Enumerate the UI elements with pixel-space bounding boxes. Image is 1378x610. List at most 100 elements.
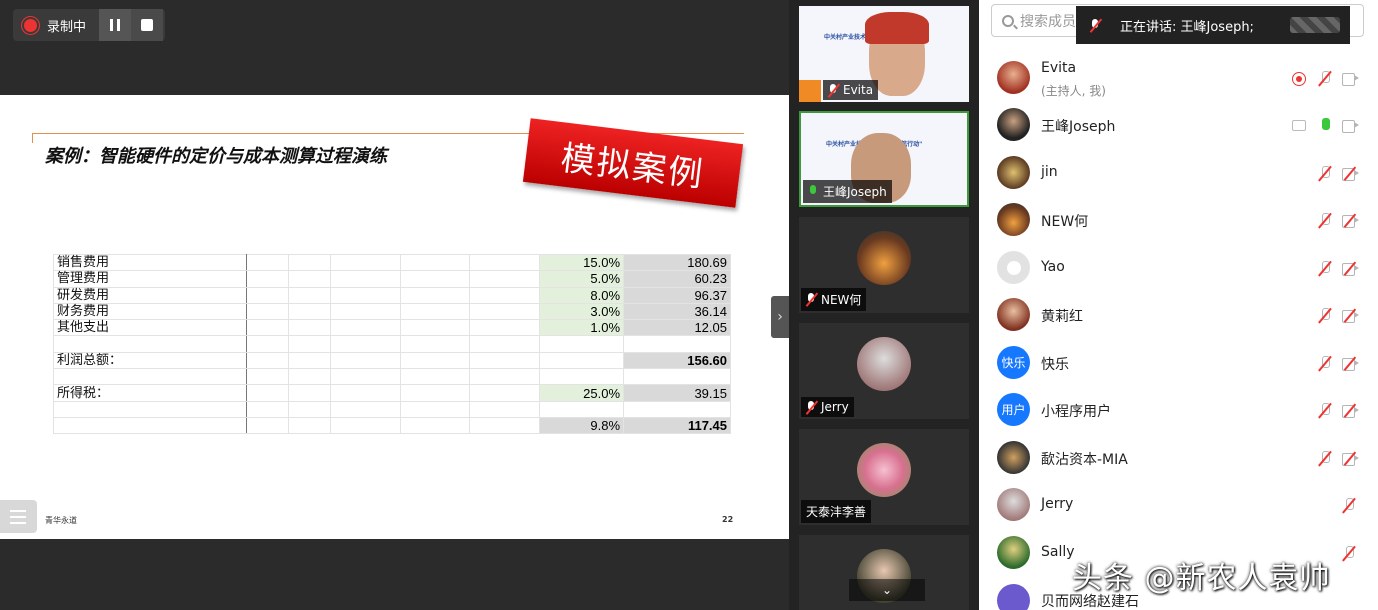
- profit-label: 利润总额：: [53, 351, 247, 370]
- stop-recording-button[interactable]: [131, 9, 163, 41]
- video-tile[interactable]: 中关村产业技术联盟"联合护航行动" Evita: [799, 6, 969, 102]
- avatar: [997, 536, 1030, 569]
- camera-icon[interactable]: [1342, 120, 1359, 133]
- shared-screen-stage: 录制中 案例：智能硬件的定价与成本测算过程演练 模拟案例 销售费用 15.0% …: [0, 0, 789, 610]
- member-row[interactable]: jin: [979, 149, 1378, 196]
- mic-muted-icon[interactable]: [1318, 166, 1332, 182]
- mic-muted-icon[interactable]: [1318, 71, 1332, 87]
- mic-muted-icon[interactable]: [1318, 261, 1332, 277]
- video-tile[interactable]: 天泰沣李善: [799, 429, 969, 525]
- recording-label: 录制中: [47, 19, 87, 35]
- member-row[interactable]: NEW何: [979, 196, 1378, 243]
- row-percent: 3.0%: [538, 302, 625, 321]
- video-tile-active[interactable]: 中关村产业技术联盟"联合护航行动" 王峰Joseph: [799, 111, 969, 207]
- slide-title: 案例：智能硬件的定价与成本测算过程演练: [45, 146, 387, 167]
- list-icon: [10, 509, 26, 512]
- camera-off-icon[interactable]: [1342, 451, 1359, 466]
- table-row: 销售费用 15.0% 180.69: [52, 253, 731, 272]
- camera-icon[interactable]: [1342, 73, 1359, 86]
- participant-avatar: [857, 443, 911, 497]
- row-percent: 15.0%: [538, 253, 625, 272]
- recording-icon: [1292, 72, 1306, 86]
- row-label: 研发费用: [52, 286, 124, 304]
- video-name-tag: Jerry: [801, 397, 854, 417]
- video-name-tag: 天泰沣李善: [801, 500, 872, 523]
- speaking-text: 正在讲话: 王峰Joseph;: [1120, 19, 1254, 35]
- host-icon: [799, 80, 821, 102]
- mic-muted-icon: [806, 400, 816, 414]
- avatar: [997, 108, 1030, 141]
- pause-icon: [110, 19, 120, 31]
- row-percent: 8.0%: [538, 286, 625, 304]
- member-role: (主持人, 我): [1041, 84, 1106, 98]
- member-row[interactable]: 快乐 快乐: [979, 339, 1378, 386]
- tax-percent: 25.0%: [538, 384, 625, 402]
- mic-muted-icon[interactable]: [1318, 451, 1332, 467]
- stop-icon: [141, 19, 153, 31]
- search-icon: [1002, 14, 1014, 27]
- avatar: [997, 251, 1030, 284]
- collapse-video-panel-button[interactable]: ›: [771, 296, 789, 338]
- member-row[interactable]: 王峰Joseph: [979, 101, 1378, 148]
- mic-muted-icon[interactable]: [1318, 308, 1332, 324]
- member-row[interactable]: 黄莉红: [979, 291, 1378, 338]
- video-tile[interactable]: Jerry: [799, 323, 969, 419]
- camera-off-icon[interactable]: [1342, 356, 1359, 371]
- slide-list-button[interactable]: [0, 500, 37, 533]
- table-row: 所得税： 25.0% 39.15: [52, 384, 731, 402]
- member-row[interactable]: Evita (主持人, 我): [979, 54, 1378, 101]
- mic-muted-icon[interactable]: [1342, 498, 1356, 514]
- mic-muted-icon[interactable]: [1318, 356, 1332, 372]
- row-label: 财务费用: [52, 302, 124, 321]
- table-row: [52, 368, 731, 386]
- camera-off-icon[interactable]: [1342, 403, 1359, 418]
- camera-off-icon[interactable]: [1342, 213, 1359, 228]
- member-name: NEW何: [1041, 214, 1089, 230]
- row-label: 销售费用: [52, 253, 124, 272]
- camera-off-icon[interactable]: [1342, 261, 1359, 276]
- camera-off-icon[interactable]: [1342, 308, 1359, 323]
- chevron-down-icon[interactable]: ⌄: [849, 579, 925, 601]
- mic-muted-icon[interactable]: [1318, 403, 1332, 419]
- table-row: 利润总额： 156.60: [53, 351, 731, 370]
- avatar: 用户: [997, 393, 1030, 426]
- record-icon: [24, 18, 37, 32]
- video-tile[interactable]: NEW何: [799, 217, 969, 313]
- table-row: 其他支出 1.0% 12.05: [52, 319, 731, 337]
- pause-recording-button[interactable]: [99, 9, 131, 41]
- participant-avatar: [857, 231, 911, 285]
- member-name: 小程序用户: [1041, 404, 1111, 420]
- profit-value: 156.60: [623, 351, 731, 370]
- video-name: 王峰Joseph: [823, 185, 887, 199]
- row-label: 管理费用: [52, 270, 124, 288]
- member-name: Yao: [1041, 259, 1065, 275]
- slide-page-number: 22: [722, 515, 734, 524]
- mic-muted-icon[interactable]: [1318, 213, 1332, 229]
- member-name: jin: [1041, 164, 1058, 180]
- camera-off-icon[interactable]: [1342, 166, 1359, 181]
- member-row[interactable]: Yao: [979, 244, 1378, 291]
- member-name: 黄莉红: [1041, 309, 1083, 325]
- video-name: Jerry: [821, 400, 849, 414]
- row-value: 12.05: [623, 319, 731, 337]
- mic-muted-icon[interactable]: [1342, 546, 1356, 562]
- mic-on-icon[interactable]: [1318, 118, 1332, 134]
- row-value: 36.14: [623, 302, 731, 321]
- member-name: Sally: [1041, 544, 1075, 560]
- chevron-right-icon: ›: [777, 309, 783, 325]
- member-row[interactable]: 歃沾资本-MIA: [979, 434, 1378, 481]
- row-value: 60.23: [623, 270, 731, 288]
- video-name: NEW何: [821, 293, 862, 307]
- avatar: [997, 203, 1030, 236]
- row-percent: 1.0%: [538, 319, 625, 337]
- participants-panel: 搜索成员 正在讲话: 王峰Joseph; Evita (主持人, 我) 王峰Jo…: [979, 0, 1378, 610]
- member-name: 歃沾资本-MIA: [1041, 452, 1128, 468]
- member-name: Jerry: [1041, 496, 1074, 512]
- avatar: [997, 298, 1030, 331]
- member-row[interactable]: 用户 小程序用户: [979, 386, 1378, 433]
- video-tile[interactable]: ⌄: [799, 535, 969, 610]
- participant-avatar: [857, 337, 911, 391]
- member-name: Evita: [1041, 60, 1077, 76]
- member-row[interactable]: Jerry: [979, 481, 1378, 528]
- net-percent: 9.8%: [538, 416, 625, 435]
